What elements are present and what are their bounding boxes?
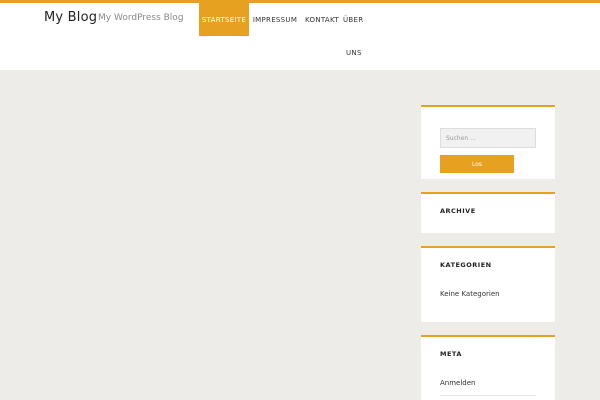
meta-widget: META Anmelden [421,335,555,400]
site-tagline: My WordPress Blog [98,13,184,23]
nav-item-impressum[interactable]: IMPRESSUM [250,3,300,36]
nav-item-kontakt[interactable]: KONTAKT [302,3,342,36]
meta-widget-title: META [440,350,462,358]
meta-link-login[interactable]: Anmelden [440,379,475,387]
search-button[interactable]: Los [440,155,514,173]
nav-item-startseite[interactable]: STARTSEITE [199,3,249,36]
search-widget: Los [421,105,555,179]
categories-widget-title: KATEGORIEN [440,261,492,269]
nav-item-ueber-uns-line2[interactable]: UNS [346,43,368,63]
categories-widget: KATEGORIEN Keine Kategorien [421,246,555,322]
archive-widget-title: ARCHIVE [440,207,476,215]
site-header: My Blog My WordPress Blog STARTSEITE IMP… [0,3,600,70]
site-title[interactable]: My Blog [44,10,97,25]
meta-divider [440,395,536,396]
archive-widget: ARCHIVE [421,192,555,233]
categories-empty-text: Keine Kategorien [440,290,500,298]
nav-item-ueber-uns-line1[interactable]: ÜBER [343,3,365,36]
search-input[interactable] [440,128,536,148]
